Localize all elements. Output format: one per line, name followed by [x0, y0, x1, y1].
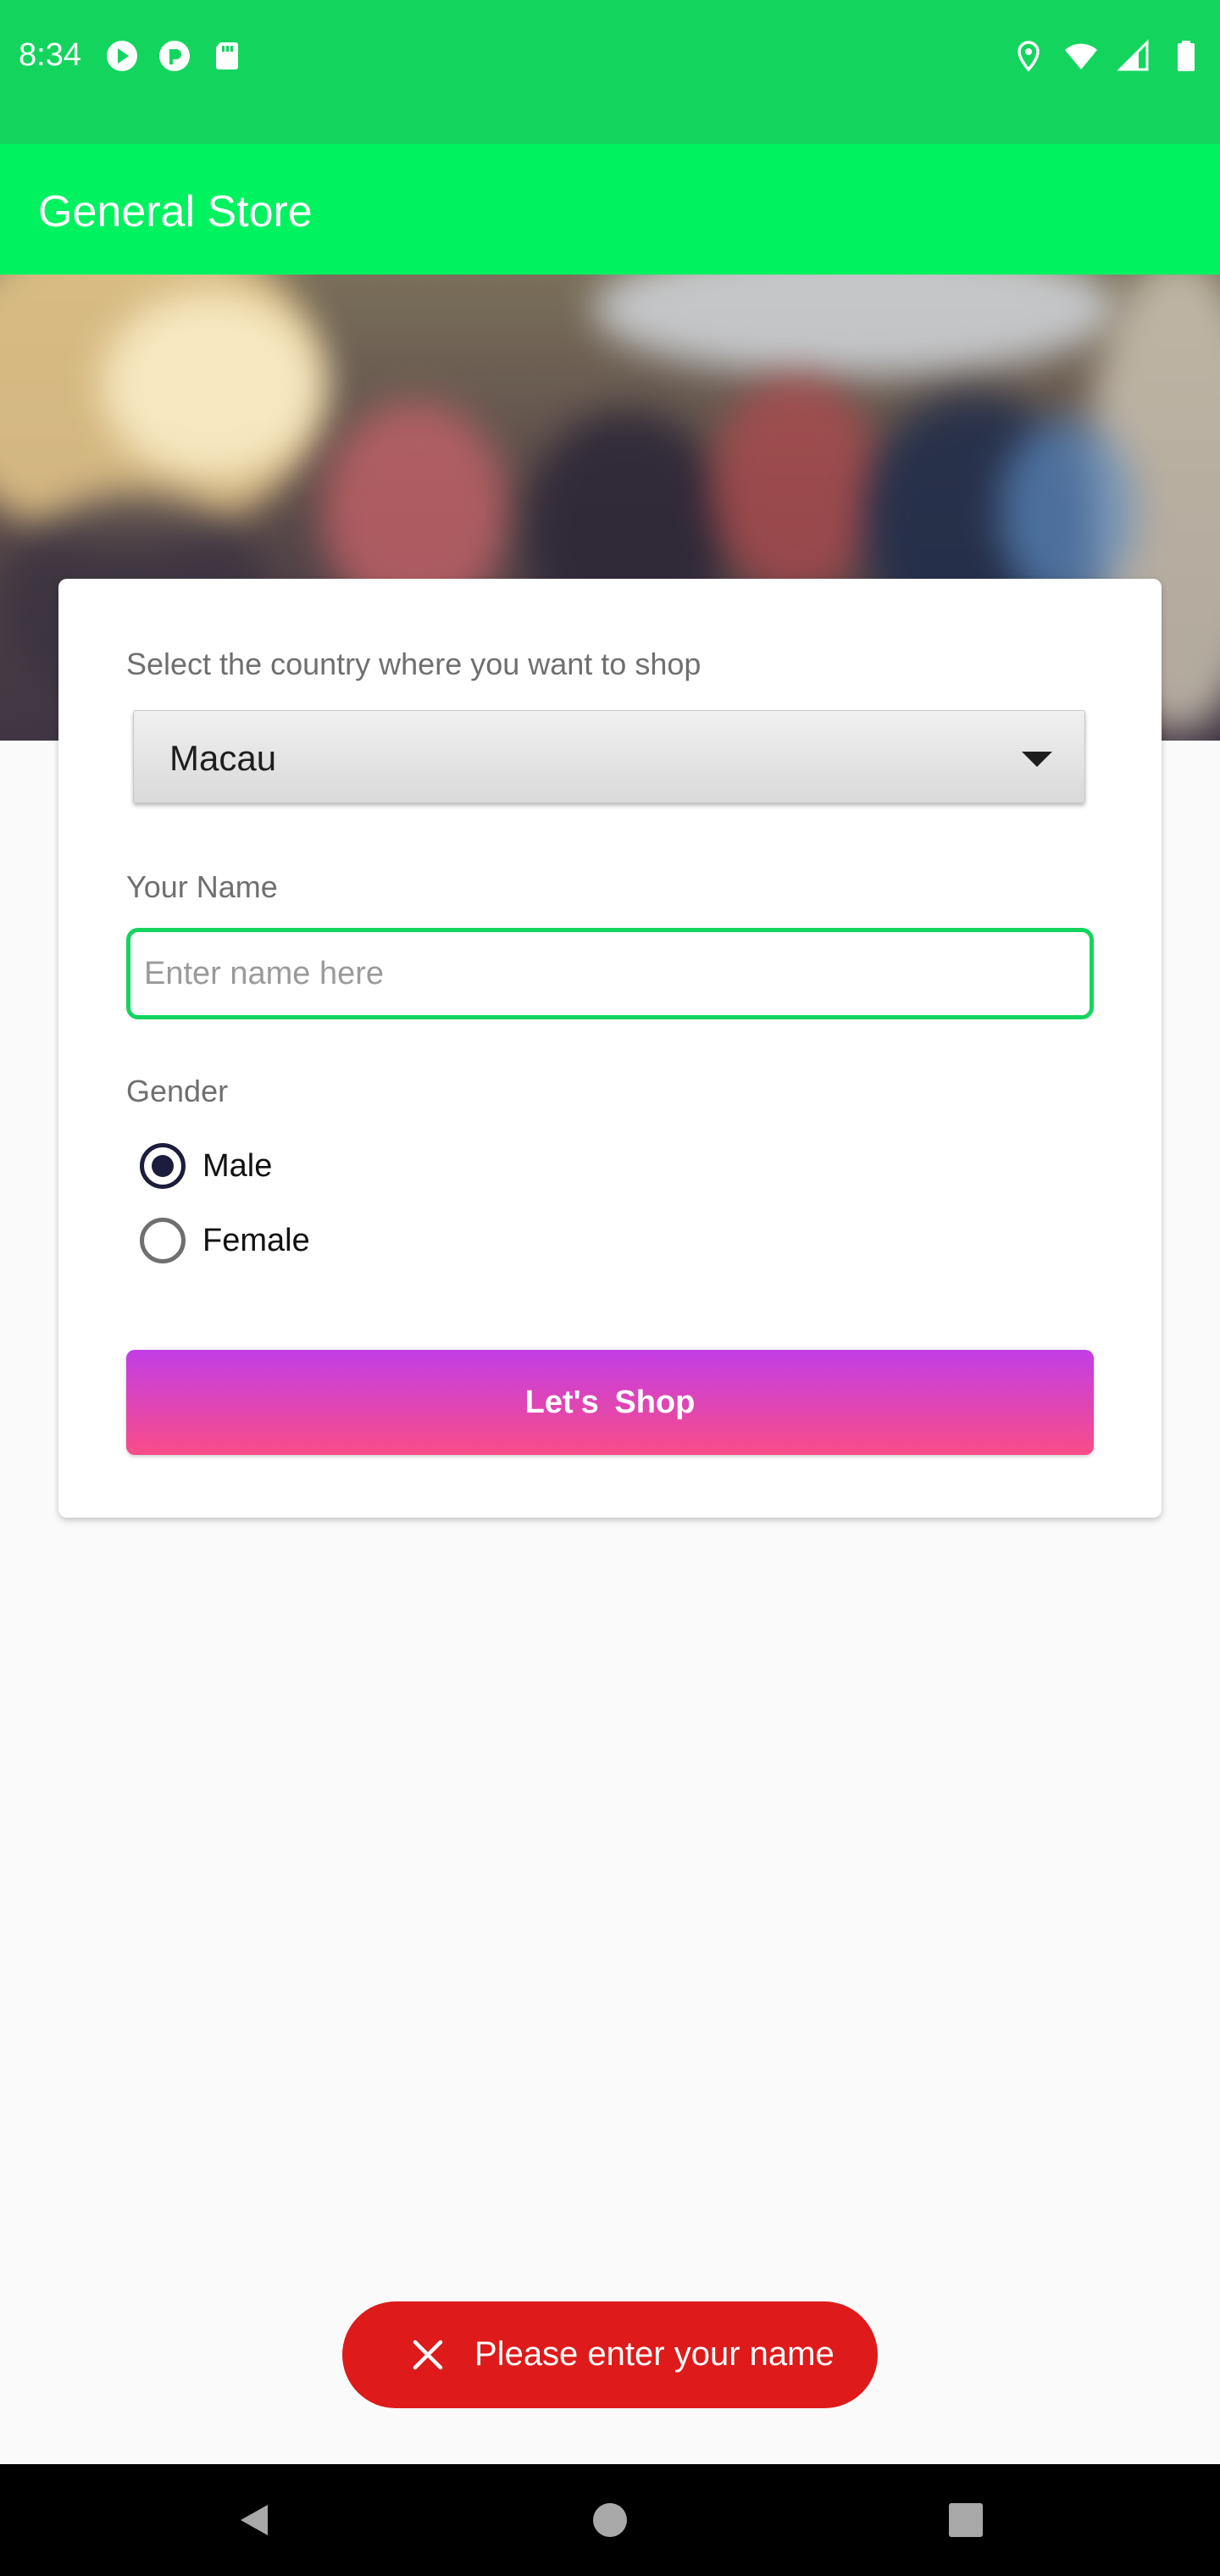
- radio-female-button[interactable]: [140, 1218, 186, 1263]
- toast-message: Please enter your name: [474, 2335, 835, 2373]
- home-icon[interactable]: [593, 2503, 627, 2537]
- close-icon: [413, 2340, 443, 2370]
- country-selected-value: Macau: [169, 738, 277, 778]
- name-input[interactable]: [126, 928, 1094, 1019]
- app-bar: General Store: [0, 144, 1220, 275]
- system-icons: [1012, 39, 1203, 73]
- wifi-icon: [1065, 43, 1097, 69]
- country-label: Select the country where you want to sho…: [126, 647, 702, 681]
- status-time: 8:34: [19, 37, 81, 73]
- lets-shop-button[interactable]: Let's Shop: [126, 1350, 1094, 1455]
- app-title: General Store: [38, 187, 313, 236]
- location-icon: [1018, 41, 1040, 72]
- notification-icons: [105, 39, 244, 73]
- dropdown-arrow-icon: [1022, 752, 1052, 767]
- sd-card-icon: [216, 42, 238, 69]
- battery-icon: [1178, 41, 1195, 71]
- radio-female[interactable]: Female: [140, 1218, 310, 1263]
- gender-label: Gender: [126, 1074, 229, 1108]
- radio-male[interactable]: Male: [140, 1143, 272, 1189]
- pocket-casts-icon: [159, 41, 190, 71]
- country-dropdown[interactable]: Macau: [133, 710, 1085, 803]
- status-bar: 8:34: [0, 0, 1220, 144]
- navigation-bar: [0, 2464, 1220, 2576]
- radio-male-button[interactable]: [140, 1143, 186, 1189]
- recents-icon[interactable]: [949, 2503, 983, 2537]
- radio-female-label: Female: [202, 1222, 310, 1258]
- signal-icon: [1117, 39, 1149, 71]
- form-card: Select the country where you want to sho…: [58, 579, 1162, 1518]
- back-icon[interactable]: [236, 2501, 273, 2539]
- radio-male-label: Male: [202, 1147, 273, 1184]
- error-toast: Please enter your name: [342, 2301, 878, 2408]
- name-label: Your Name: [126, 869, 278, 904]
- play-store-icon: [107, 41, 137, 71]
